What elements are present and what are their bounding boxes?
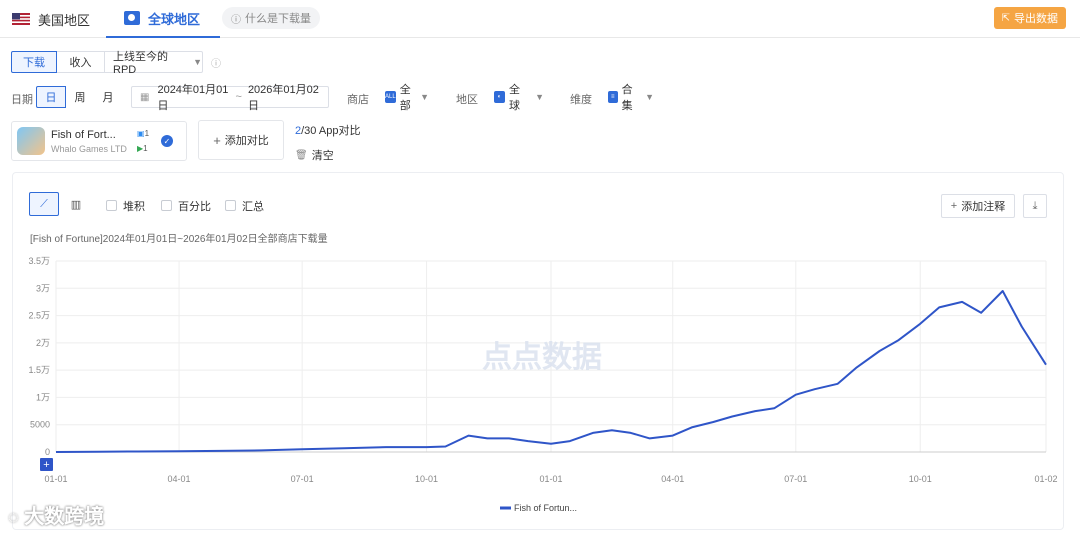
store-value: 全部 <box>399 84 411 112</box>
app-info: Fish of Fort... Whalo Games LTD <box>51 129 137 154</box>
granularity-week[interactable]: 周 <box>66 86 94 108</box>
checkbox-icon <box>225 200 236 211</box>
granularity-day[interactable]: 日 <box>36 86 66 108</box>
add-note-button[interactable]: + 添加注释 <box>941 194 1015 218</box>
app-icon <box>17 127 45 155</box>
what-is-download-label: 什么是下载量 <box>245 13 311 25</box>
store-label: 商店 <box>347 94 369 106</box>
region-label: 地区 <box>456 94 478 106</box>
android-count: 1 <box>143 144 148 153</box>
app-name: Fish of Fort... <box>51 128 116 141</box>
plus-icon: + <box>213 132 221 148</box>
app-card[interactable]: Fish of Fort... Whalo Games LTD ▣1 ▶1 ✓ <box>11 121 187 161</box>
plus-icon: + <box>950 200 958 212</box>
checkbox-icon <box>106 200 117 211</box>
percent-label: 百分比 <box>178 201 211 213</box>
export-button[interactable]: ⇱ 导出数据 <box>993 7 1066 29</box>
ios-count: 1 <box>144 129 150 138</box>
compare-count: 2/30 App对比 <box>295 122 360 138</box>
chart-panel: ⟋ ▥ 堆积 百分比 汇总 + 添加注释 ⤓ <box>12 172 1064 530</box>
app-store-icon: ▣ <box>137 129 145 138</box>
metric-tabs: 下载 收入 上线至今的RPD ▼ ⓘ <box>11 51 221 76</box>
app-developer: Whalo Games LTD <box>51 143 127 154</box>
granularity-month[interactable]: 月 <box>94 86 122 108</box>
date-start: 2024年01月01日 <box>157 84 229 112</box>
compare-count-suffix: /30 App对比 <box>301 125 361 137</box>
question-circle-icon: ⓘ <box>231 14 241 26</box>
tab-us-label: 美国地区 <box>38 12 91 28</box>
trash-icon: 🗑 <box>295 149 308 161</box>
dimension-value: 合集 <box>621 84 633 112</box>
bar-chart-icon: ▥ <box>70 198 82 211</box>
region-select[interactable]: ◐ 全球 ▼ <box>486 84 552 112</box>
chevron-down-icon: ▼ <box>420 92 429 102</box>
date-label: 日期 <box>11 94 33 106</box>
percent-checkbox[interactable]: 百分比 <box>161 198 211 214</box>
top-bar: 美国地区 全球地区 ⓘ 什么是下载量 ⇱ 导出数据 <box>0 0 1080 38</box>
tab-global-region[interactable]: 全球地区 <box>106 0 220 38</box>
add-compare-label: 添加对比 <box>224 135 269 147</box>
check-icon[interactable]: ✓ <box>161 135 173 147</box>
granularity-tabs: 日 周 月 <box>36 86 122 108</box>
date-separator: ~ <box>235 91 242 103</box>
download-icon: ⤓ <box>1032 199 1038 212</box>
clear-label: 清空 <box>311 150 334 162</box>
metric-tab-revenue[interactable]: 收入 <box>57 51 105 73</box>
tab-global-label: 全球地区 <box>148 11 201 27</box>
line-chart-icon: ⟋ <box>40 197 48 210</box>
logo-icon: ◌ <box>8 507 19 527</box>
app-stores: ▣1 ▶1 <box>137 126 157 156</box>
clear-button[interactable]: 🗑 清空 <box>295 147 334 163</box>
stack-label: 堆积 <box>123 201 145 213</box>
corner-watermark: ◌ 大数跨境 <box>8 500 104 529</box>
us-flag-icon <box>12 13 30 25</box>
bar-chart-toggle[interactable]: ▥ <box>61 192 91 216</box>
metric-tab-rpd[interactable]: 上线至今的RPD ▼ <box>105 51 203 76</box>
chevron-down-icon: ▼ <box>535 92 544 102</box>
globe-icon: ◐ <box>494 91 505 103</box>
date-end: 2026年01月02日 <box>247 84 319 112</box>
chevron-down-icon: ▼ <box>193 57 202 67</box>
metric-tab-download[interactable]: 下载 <box>11 51 57 73</box>
add-compare-button[interactable]: + 添加对比 <box>198 120 284 160</box>
what-is-download-link[interactable]: ⓘ 什么是下载量 <box>222 7 320 29</box>
stack-checkbox[interactable]: 堆积 <box>106 198 145 214</box>
dimension-select[interactable]: ≡ 合集 ▼ <box>600 84 662 112</box>
summary-label: 汇总 <box>242 201 264 213</box>
dimension-label: 维度 <box>570 94 592 106</box>
metric-tab-rpd-label: 上线至今的RPD <box>113 51 168 76</box>
download-button[interactable]: ⤓ <box>1023 194 1047 218</box>
chevron-down-icon: ▼ <box>645 92 654 102</box>
layers-icon: ≡ <box>608 91 618 103</box>
checkbox-icon <box>161 200 172 211</box>
help-icon[interactable]: ⓘ <box>211 55 221 70</box>
corner-watermark-text: 大数跨境 <box>24 506 105 528</box>
globe-icon <box>124 11 140 25</box>
tab-us-region[interactable]: 美国地区 <box>12 0 90 38</box>
summary-checkbox[interactable]: 汇总 <box>225 198 264 214</box>
add-note-label: 添加注释 <box>961 201 1006 213</box>
region-value: 全球 <box>508 84 520 112</box>
date-range-picker[interactable]: ▦ 2024年01月01日 ~ 2026年01月02日 <box>131 84 329 112</box>
export-label: 导出数据 <box>1014 13 1058 25</box>
line-chart-toggle[interactable]: ⟋ <box>29 192 59 216</box>
calendar-icon: ▦ <box>140 91 150 103</box>
export-icon: ⇱ <box>1001 12 1010 24</box>
all-stores-icon: ALL <box>385 91 396 103</box>
store-select[interactable]: ALL 全部 ▼ <box>377 84 437 112</box>
